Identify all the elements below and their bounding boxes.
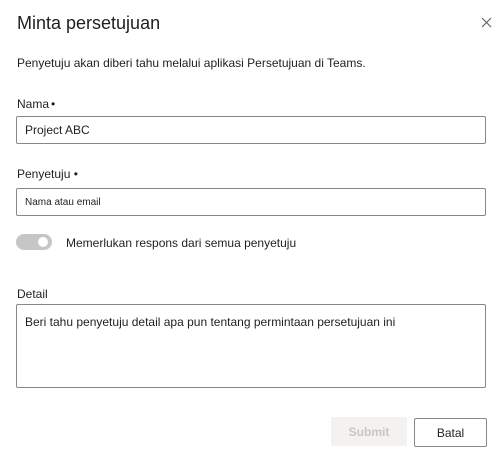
dialog-title: Minta persetujuan — [17, 13, 161, 33]
dialog-description: Penyetuju akan diberi tahu melalui aplik… — [17, 56, 366, 70]
toggle-knob — [38, 237, 48, 247]
approver-label: Penyetuju • — [17, 167, 78, 181]
approver-label-text: Penyetuju — [17, 167, 71, 181]
require-all-responses-toggle[interactable] — [16, 234, 52, 250]
name-label: Nama • — [17, 97, 55, 111]
toggle-label: Memerlukan respons dari semua penyetuju — [66, 236, 297, 250]
name-required-marker: • — [51, 97, 56, 111]
close-button[interactable] — [478, 14, 494, 30]
approval-request-dialog: Minta persetujuan Penyetuju akan diberi … — [0, 0, 500, 455]
close-icon — [481, 17, 491, 27]
name-label-text: Nama — [17, 97, 50, 111]
detail-label: Detail — [17, 287, 48, 301]
cancel-button[interactable]: Batal — [414, 418, 487, 447]
approver-input[interactable] — [16, 188, 486, 216]
approver-required-marker: • — [73, 167, 78, 181]
submit-button[interactable]: Submit — [331, 417, 407, 446]
name-input[interactable] — [16, 116, 486, 144]
detail-textarea[interactable] — [16, 304, 486, 388]
